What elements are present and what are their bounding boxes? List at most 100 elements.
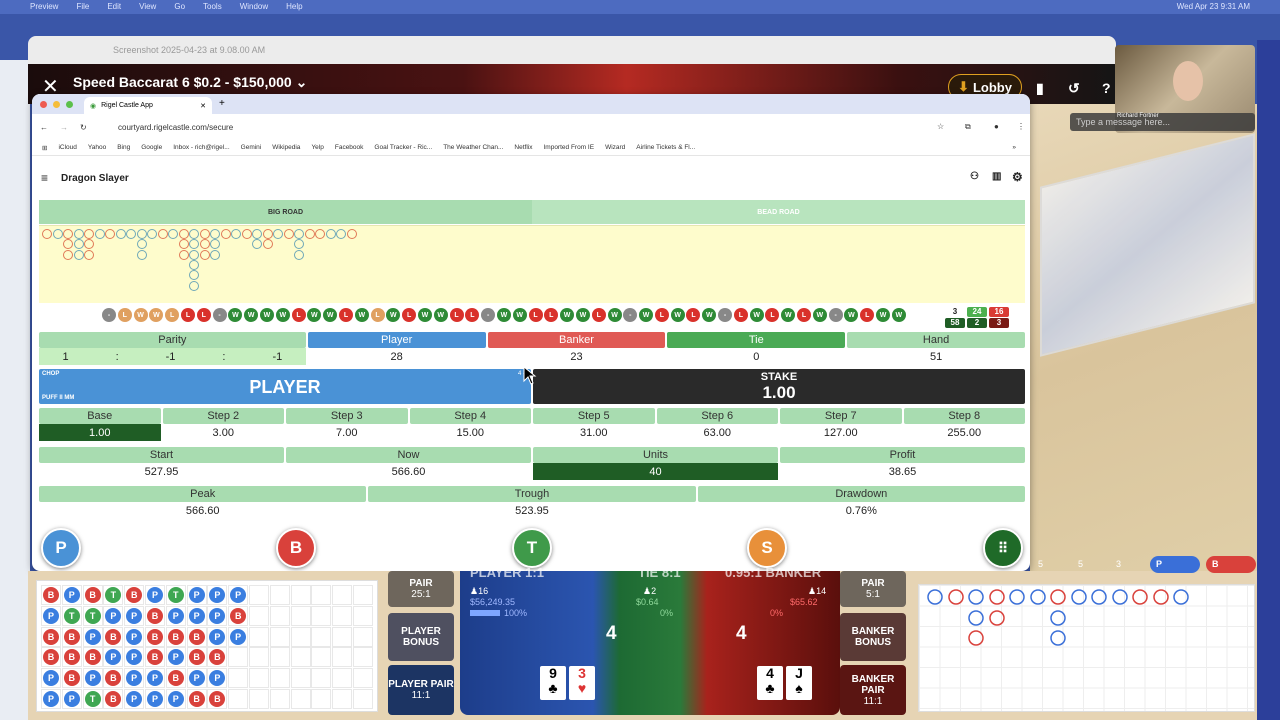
banker-bonus-bet[interactable]: BANKER BONUS <box>840 613 906 661</box>
bookmark-netflix[interactable]: Netflix <box>514 144 532 151</box>
message-input[interactable]: Type a message here... <box>1070 113 1255 131</box>
menu-help[interactable]: Help <box>286 2 302 12</box>
bookmark-wizard[interactable]: Wizard <box>605 144 625 151</box>
banker-pair-5-bet[interactable]: PAIR 5:1 <box>840 571 906 607</box>
tally-banker-pair: 3 <box>1116 559 1122 569</box>
big-road-mark <box>294 249 304 260</box>
brain-icon[interactable]: ⚇ <box>970 171 979 182</box>
player-bonus-bet[interactable]: PLAYER BONUS <box>388 613 454 661</box>
player-pair-25-bet[interactable]: PAIR 25:1 <box>388 571 454 607</box>
minimize-window-button[interactable] <box>53 101 60 108</box>
bookmark-yahoo[interactable]: Yahoo <box>88 144 106 151</box>
menu-view[interactable]: View <box>139 2 156 12</box>
apps-icon[interactable]: ⊞ <box>42 144 47 152</box>
result-chip: W <box>244 308 259 322</box>
hamburger-menu-icon[interactable]: ≡ <box>41 171 48 185</box>
back-icon[interactable]: ← <box>40 123 48 132</box>
history-icon[interactable]: ↺ <box>1068 80 1080 97</box>
menu-edit[interactable]: Edit <box>107 2 121 12</box>
result-chip: W <box>386 308 401 322</box>
bookmark-bing[interactable]: Bing <box>117 144 130 151</box>
cell-value: 0.76% <box>845 504 877 517</box>
tab-big-road[interactable]: BIG ROAD <box>39 200 532 224</box>
step-cell: Step 4 15.00 <box>409 408 531 441</box>
bookmark-star-icon[interactable]: ☆ <box>937 122 944 131</box>
tab-bead-road[interactable]: BEAD ROAD <box>532 200 1025 224</box>
big-road-mark <box>115 229 126 239</box>
step-cell: Step 7 127.00 <box>780 408 902 441</box>
bead-banker: B <box>188 691 205 707</box>
parity-header: Parity <box>39 332 306 348</box>
result-chip: L <box>465 308 480 322</box>
zoom-window-button[interactable] <box>66 101 73 108</box>
cell-header: Profit <box>780 447 1025 463</box>
banker-pair-bet[interactable]: BANKER PAIR 11:1 <box>840 665 906 715</box>
help-icon[interactable]: ? <box>1102 80 1111 96</box>
banker-ask-button[interactable]: B <box>1206 556 1256 573</box>
road-tabs: BIG ROAD BEAD ROAD <box>39 200 1025 224</box>
big-road-mark <box>189 229 199 239</box>
bookmark-inbox[interactable]: Inbox - rich@rigel... <box>173 144 229 151</box>
bookmark-weather[interactable]: The Weather Chan... <box>443 144 503 151</box>
settings-gear-icon[interactable]: ⚙ <box>1012 170 1023 184</box>
browser-tab[interactable]: ◉ Rigel Castle App ✕ <box>84 97 212 114</box>
player-header: Player <box>307 332 486 348</box>
player-card-2: 3 ♥ <box>569 666 595 700</box>
bead-grid-cell <box>290 585 311 605</box>
player-button[interactable]: P <box>41 528 81 568</box>
big-road-mark <box>84 239 94 250</box>
menu-go[interactable]: Go <box>174 2 185 12</box>
skip-button[interactable]: S <box>747 528 787 568</box>
menu-icon[interactable]: ⋮ <box>1017 122 1025 131</box>
new-tab-button[interactable]: + <box>219 98 225 109</box>
player-ask-button[interactable]: P <box>1150 556 1200 573</box>
prediction-banner: CHOP PUFF II MM PLAYER 4 - <box>39 369 531 404</box>
big-road-mark <box>52 229 63 239</box>
bookmark-facebook[interactable]: Facebook <box>335 144 364 151</box>
bead-tie: T <box>63 607 80 624</box>
big-road-mark <box>178 249 189 260</box>
game-title[interactable]: Speed Baccarat 6 $0.2 - $150,000 ⌄ <box>73 74 307 91</box>
menu-file[interactable]: File <box>76 2 89 12</box>
keypad-grid-button[interactable]: ⠿ <box>983 528 1023 568</box>
cell-header: Step 4 <box>409 408 531 424</box>
bet-label: BANKER PAIR <box>851 673 895 696</box>
main-bet-area[interactable]: PLAYER 1:1 ♟16 $56,249.35 100% 4 9 ♣ 3 ♥ T… <box>460 565 840 715</box>
bookmark-goal-tracker[interactable]: Goal Tracker - Ric... <box>374 144 432 151</box>
result-chip: W <box>496 308 511 322</box>
url-input[interactable]: courtyard.rigelcastle.com/secure <box>118 123 233 132</box>
bookmark-airline[interactable]: Airline Tickets & Fl... <box>636 144 695 151</box>
menu-preview[interactable]: Preview <box>30 2 58 12</box>
traffic-light-icon[interactable]: ▥ <box>992 171 1001 182</box>
forward-icon[interactable]: → <box>60 123 68 132</box>
player-pair-bet[interactable]: PLAYER PAIR 11:1 <box>388 665 454 715</box>
close-window-button[interactable] <box>40 101 47 108</box>
menu-window[interactable]: Window <box>240 2 268 12</box>
profile-avatar[interactable]: ● <box>994 122 999 131</box>
banker-button[interactable]: B <box>276 528 316 568</box>
cell-value: 523.95 <box>515 504 549 517</box>
bookmark-wikipedia[interactable]: Wikipedia <box>272 144 300 151</box>
more-bookmarks[interactable]: » <box>1012 144 1016 151</box>
menu-tools[interactable]: Tools <box>203 2 222 12</box>
separator: : <box>115 350 119 363</box>
bookmark-imported[interactable]: Imported From IE <box>543 144 594 151</box>
bookmark-gemini[interactable]: Gemini <box>241 144 262 151</box>
tie-button[interactable]: T <box>512 528 552 568</box>
bead-grid-cell <box>353 647 373 668</box>
big-road-mark <box>189 270 199 281</box>
reload-icon[interactable]: ↻ <box>80 123 87 132</box>
bead-tie: T <box>167 587 184 603</box>
bookmark-yelp[interactable]: Yelp <box>311 144 323 151</box>
chat-icon[interactable]: ▮ <box>1036 80 1044 97</box>
bead-banker: B <box>167 628 184 645</box>
loss-count: 16 <box>989 307 1009 317</box>
big-road-mark <box>294 229 304 239</box>
banker-header: Banker <box>487 332 666 348</box>
close-tab-icon[interactable]: ✕ <box>200 102 206 110</box>
tie-bet-pct: 0% <box>660 608 674 618</box>
bookmark-icloud[interactable]: iCloud <box>58 144 76 151</box>
bookmark-google[interactable]: Google <box>141 144 162 151</box>
extensions-icon[interactable]: ⧉ <box>965 122 971 132</box>
result-chip: W <box>149 308 164 322</box>
